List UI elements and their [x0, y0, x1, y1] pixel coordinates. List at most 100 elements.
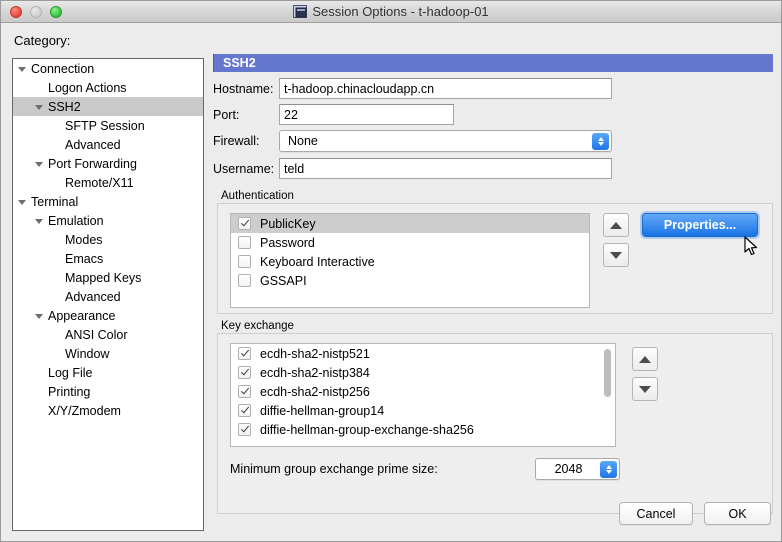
sidebar-item-ssh2[interactable]: SSH2 [13, 97, 203, 116]
list-item-label: diffie-hellman-group-exchange-sha256 [260, 422, 474, 437]
sidebar-item-emulation[interactable]: Emulation [13, 211, 203, 230]
sidebar-item-label: Printing [48, 384, 91, 399]
sidebar-item-logon-actions[interactable]: Logon Actions [13, 78, 203, 97]
title-bar: Session Options - t-hadoop-01 [1, 1, 781, 23]
list-item[interactable]: diffie-hellman-group14 [231, 401, 602, 420]
firewall-select[interactable]: None [279, 129, 612, 152]
key-exchange-group: Key exchange ecdh-sha2-nistp521 ecdh-sha2… [217, 320, 773, 514]
checkbox-checked-icon[interactable] [238, 217, 251, 230]
sidebar-item-printing[interactable]: Printing [13, 382, 203, 401]
close-button[interactable] [10, 5, 22, 18]
kex-move-up-button[interactable] [632, 347, 658, 371]
list-item[interactable]: ecdh-sha2-nistp521 [231, 344, 602, 363]
sidebar-item-window[interactable]: Window [13, 344, 203, 363]
chevron-updown-icon[interactable] [592, 132, 609, 150]
list-item[interactable]: Keyboard Interactive [231, 252, 589, 271]
list-item-label: ecdh-sha2-nistp256 [260, 384, 370, 399]
sidebar-item-label: Remote/X11 [65, 175, 134, 190]
list-item[interactable]: ecdh-sha2-nistp256 [231, 382, 602, 401]
list-item[interactable]: Password [231, 233, 589, 252]
auth-move-up-button[interactable] [603, 213, 629, 237]
prime-size-select[interactable]: 2048 [535, 458, 620, 480]
list-item[interactable]: GSSAPI [231, 271, 589, 290]
cancel-button[interactable]: Cancel [619, 502, 693, 525]
firewall-value: None [288, 133, 318, 148]
sidebar-item-advanced[interactable]: Advanced [13, 135, 203, 154]
checkbox-checked-icon[interactable] [238, 347, 251, 360]
authentication-body: PublicKey Password Keyboard Interactive GSS… [217, 203, 773, 314]
sidebar-item-mapped-keys[interactable]: Mapped Keys [13, 268, 203, 287]
arrow-up-icon [610, 221, 622, 229]
auth-move-down-button[interactable] [603, 243, 629, 267]
sidebar-item-appearance[interactable]: Appearance [13, 306, 203, 325]
authentication-list[interactable]: PublicKey Password Keyboard Interactive GSS… [230, 213, 590, 308]
sidebar-item-sftp-session[interactable]: SFTP Session [13, 116, 203, 135]
disclosure-triangle-icon[interactable] [34, 310, 45, 321]
sidebar-item-label: Port Forwarding [48, 156, 137, 171]
prime-size-label: Minimum group exchange prime size: [230, 462, 438, 476]
checkbox-checked-icon[interactable] [238, 423, 251, 436]
key-exchange-list[interactable]: ecdh-sha2-nistp521 ecdh-sha2-nistp384 ecdh… [230, 343, 616, 447]
checkbox-icon[interactable] [238, 236, 251, 249]
sidebar-item-label: Emacs [65, 251, 104, 266]
minimize-button[interactable] [30, 5, 42, 18]
scrollbar-thumb[interactable] [604, 349, 611, 397]
key-exchange-scrollbar[interactable] [602, 345, 614, 445]
checkbox-checked-icon[interactable] [238, 385, 251, 398]
sidebar-item-modes[interactable]: Modes [13, 230, 203, 249]
disclosure-triangle-icon[interactable] [34, 158, 45, 169]
category-tree[interactable]: Connection Logon Actions SSH2 SFTP Session A… [12, 58, 204, 531]
disclosure-triangle-icon[interactable] [17, 63, 28, 74]
sidebar-item-terminal[interactable]: Terminal [13, 192, 203, 211]
list-item[interactable]: ecdh-sha2-nistp384 [231, 363, 602, 382]
port-row: Port: [213, 104, 454, 125]
list-item-label: GSSAPI [260, 273, 307, 288]
firewall-label: Firewall: [213, 133, 260, 148]
properties-button[interactable]: Properties... [642, 213, 758, 237]
list-item[interactable]: PublicKey [231, 214, 589, 233]
hostname-input[interactable] [279, 78, 612, 99]
arrow-down-icon [639, 385, 651, 393]
sidebar-item-emacs[interactable]: Emacs [13, 249, 203, 268]
sidebar-item-log-file[interactable]: Log File [13, 363, 203, 382]
sidebar-item-remote-x11[interactable]: Remote/X11 [13, 173, 203, 192]
disclosure-triangle-icon[interactable] [17, 196, 28, 207]
sidebar-item-ansi-color[interactable]: ANSI Color [13, 325, 203, 344]
sidebar-item-label: Appearance [48, 308, 116, 323]
sidebar-item-port-forwarding[interactable]: Port Forwarding [13, 154, 203, 173]
ok-button[interactable]: OK [704, 502, 771, 525]
checkbox-checked-icon[interactable] [238, 366, 251, 379]
sidebar-item-label: X/Y/Zmodem [48, 403, 121, 418]
prime-size-row: Minimum group exchange prime size: 2048 [230, 458, 620, 480]
username-input[interactable] [279, 158, 612, 179]
list-item-label: ecdh-sha2-nistp384 [260, 365, 370, 380]
disclosure-triangle-icon[interactable] [34, 101, 45, 112]
port-label: Port: [213, 107, 240, 122]
list-item-label: Password [260, 235, 315, 250]
firewall-row: Firewall: None [213, 129, 612, 152]
checkbox-icon[interactable] [238, 255, 251, 268]
checkbox-checked-icon[interactable] [238, 404, 251, 417]
checkbox-icon[interactable] [238, 274, 251, 287]
list-item-label: Keyboard Interactive [260, 254, 375, 269]
ssh2-panel: SSH2 Hostname: Port: Firewall: None [213, 54, 773, 514]
kex-move-down-button[interactable] [632, 377, 658, 401]
sidebar-item-x-y-zmodem[interactable]: X/Y/Zmodem [13, 401, 203, 420]
title-center: Session Options - t-hadoop-01 [1, 4, 781, 19]
port-input[interactable] [279, 104, 454, 125]
chevron-updown-icon[interactable] [600, 461, 617, 478]
sidebar-item-label: Connection [31, 61, 95, 76]
list-item[interactable]: diffie-hellman-group-exchange-sha256 [231, 420, 602, 439]
sidebar-item-advanced[interactable]: Advanced [13, 287, 203, 306]
sidebar-item-connection[interactable]: Connection [13, 59, 203, 78]
disclosure-triangle-icon[interactable] [34, 215, 45, 226]
zoom-button[interactable] [50, 5, 62, 18]
sidebar-item-label: Mapped Keys [65, 270, 142, 285]
window-controls [10, 5, 62, 18]
